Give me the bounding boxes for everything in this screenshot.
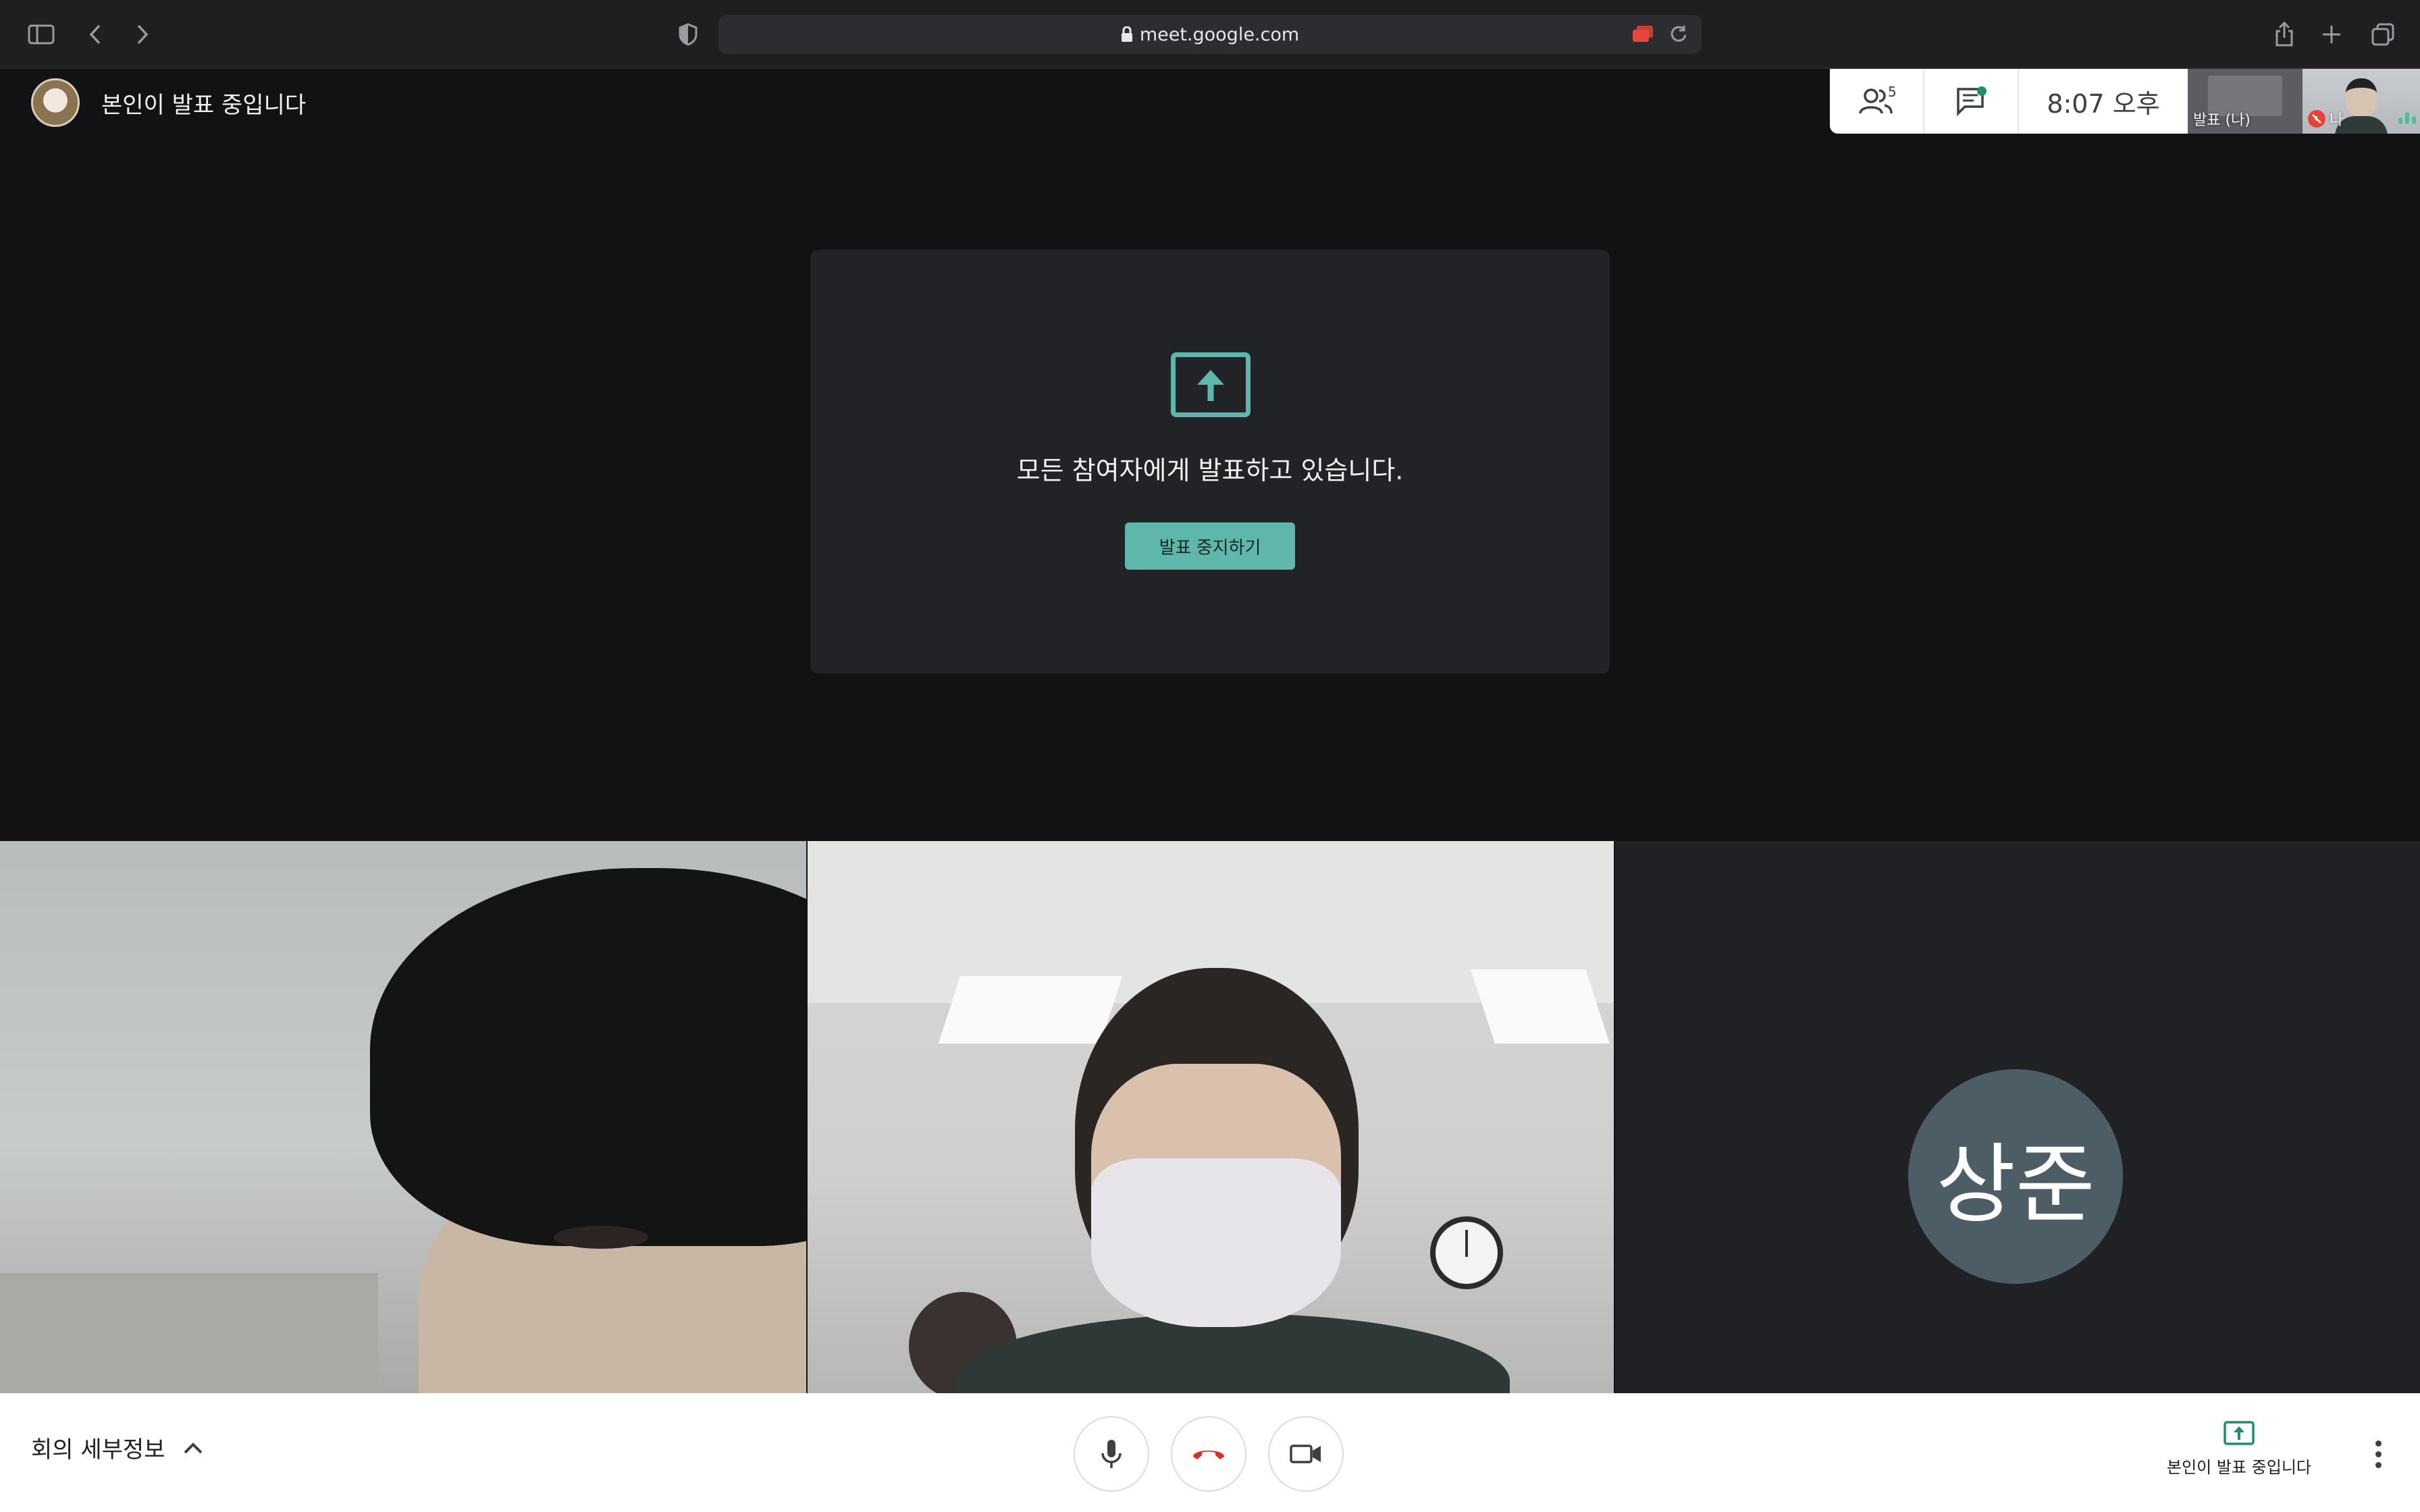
presentation-thumbnail[interactable]: 발표 (나)	[2188, 69, 2303, 134]
address-bar[interactable]: meet.google.com	[718, 15, 1702, 54]
present-screen-icon	[1171, 352, 1251, 417]
forward-icon[interactable]	[126, 18, 159, 51]
meeting-clock: 8:07 오후	[2047, 88, 2160, 119]
top-right-panel: 5 8:07 오후	[1830, 69, 2188, 134]
present-status-button[interactable]: 본인이 발표 중입니다	[2158, 1420, 2320, 1478]
presenter-indicator: 본인이 발표 중입니다	[31, 77, 306, 128]
wall-clock	[1430, 1216, 1503, 1289]
share-icon[interactable]	[2267, 18, 2301, 51]
avatar	[31, 78, 80, 127]
participant-avatar: 상준	[1908, 1069, 2123, 1284]
back-icon[interactable]	[78, 18, 112, 51]
url-text: meet.google.com	[1139, 24, 1300, 45]
stop-presenting-button[interactable]: 발표 중지하기	[1125, 522, 1295, 570]
tab-overview-icon[interactable]	[2366, 18, 2400, 51]
lock-icon	[1121, 26, 1132, 42]
meeting-controls-bar: 회의 세부정보 본인이 발표 중입니다	[0, 1393, 2420, 1512]
participant-tile-3[interactable]: 상준	[1615, 841, 2420, 1393]
hang-up-icon	[1193, 1451, 1224, 1459]
self-video-thumbnail[interactable]: 나	[2303, 69, 2420, 134]
new-tab-icon[interactable]	[2315, 18, 2348, 51]
microphone-button[interactable]	[1074, 1416, 1149, 1492]
microphone-icon	[1101, 1440, 1122, 1468]
video-camera-icon	[1290, 1444, 1321, 1463]
sidebar-toggle-icon[interactable]	[24, 18, 58, 51]
presenting-message: 모든 참여자에게 발표하고 있습니다.	[1016, 456, 1404, 485]
chat-notification-dot	[1977, 86, 1987, 96]
more-options-icon[interactable]	[2365, 1434, 2392, 1474]
presenter-label: 본인이 발표 중입니다	[101, 91, 307, 119]
present-screen-icon	[2224, 1421, 2255, 1445]
browser-toolbar: meet.google.com	[0, 0, 2420, 69]
participant-tile-2[interactable]	[808, 841, 1614, 1393]
presenting-card: 모든 참여자에게 발표하고 있습니다. 발표 중지하기	[810, 250, 1610, 674]
participants-count: 5	[1888, 84, 1897, 100]
chevron-up-icon	[184, 1442, 202, 1453]
reload-icon[interactable]	[1669, 24, 1688, 43]
present-status-label: 본인이 발표 중입니다	[2167, 1458, 2311, 1477]
audio-level-icon	[2398, 112, 2416, 124]
participant-tile-1[interactable]	[0, 841, 806, 1393]
leave-call-button[interactable]	[1171, 1416, 1246, 1492]
presentation-thumb-label: 발표 (나)	[2193, 112, 2251, 129]
meeting-details-label: 회의 세부정보	[31, 1436, 165, 1463]
self-thumb-label: 나	[2330, 112, 2344, 129]
privacy-shield-icon[interactable]	[671, 18, 705, 51]
camera-button[interactable]	[1268, 1416, 1344, 1492]
muted-icon	[2308, 110, 2325, 128]
face-mask	[1091, 1158, 1341, 1327]
participants-button[interactable]: 5	[1830, 69, 1924, 134]
meeting-details-button[interactable]: 회의 세부정보	[31, 1431, 203, 1464]
camera-in-use-icon[interactable]	[1631, 24, 1654, 43]
chat-button[interactable]	[1924, 69, 2019, 134]
self-thumbnails: 발표 (나) 나	[2188, 69, 2420, 134]
